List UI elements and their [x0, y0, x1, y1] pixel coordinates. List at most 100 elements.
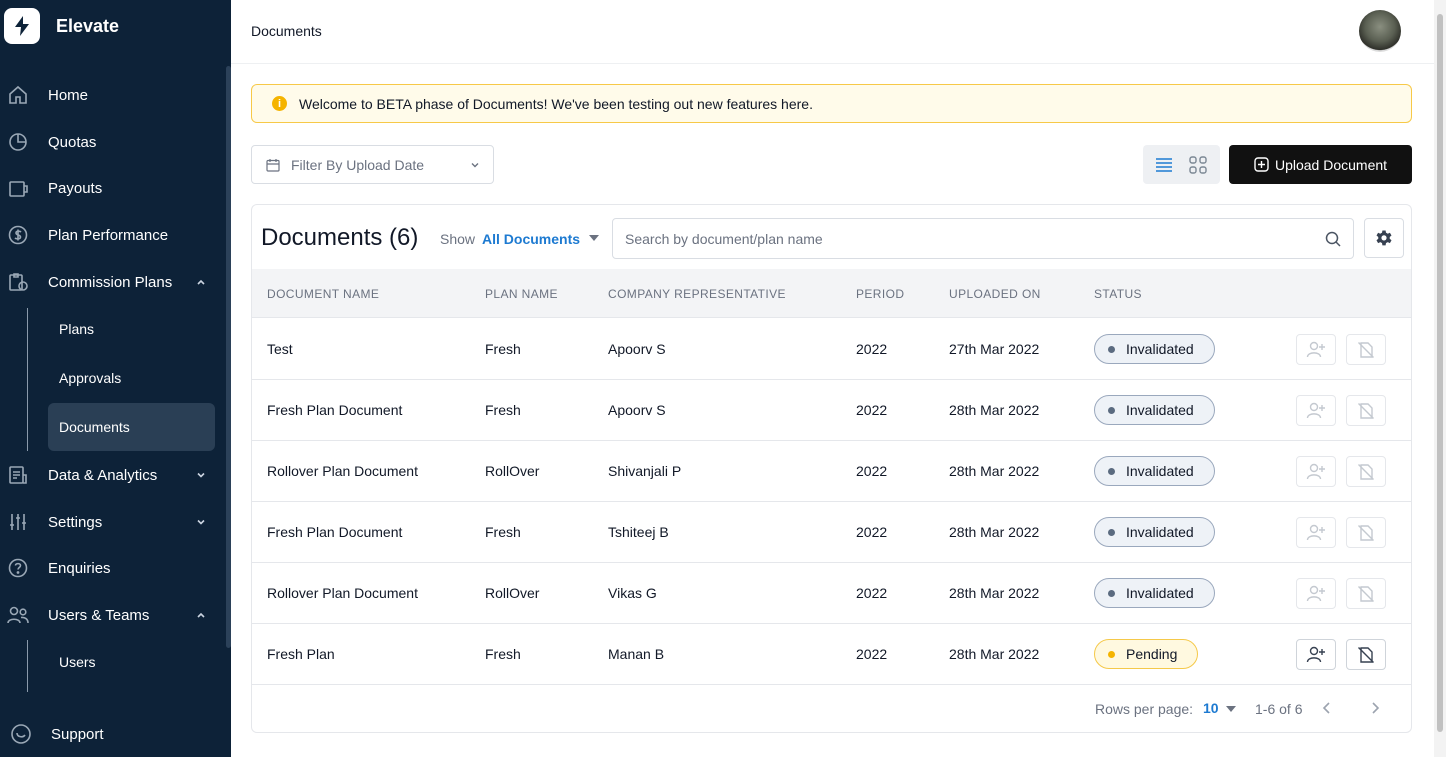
caret-down-icon[interactable]: [1226, 706, 1236, 712]
nav-home[interactable]: Home: [0, 75, 226, 115]
table-row[interactable]: Rollover Plan Document RollOver Vikas G 202…: [252, 563, 1411, 624]
brand[interactable]: Elevate: [4, 8, 119, 44]
invalidate-document-button[interactable]: [1346, 456, 1386, 487]
show-label: Show: [440, 231, 476, 247]
status-badge: Invalidated: [1094, 578, 1215, 608]
nav-settings[interactable]: Settings: [0, 502, 226, 542]
file-off-icon: [1358, 463, 1374, 480]
assign-user-button[interactable]: [1296, 517, 1336, 548]
nav-users-teams[interactable]: Users & Teams: [0, 595, 226, 635]
user-plus-icon: [1306, 524, 1325, 540]
nav-enquiries-label: Enquiries: [48, 559, 111, 577]
grid-view-icon[interactable]: [1185, 153, 1211, 177]
chevron-left-icon[interactable]: [1322, 701, 1332, 715]
cell-company-representative: Apoorv S: [608, 341, 666, 357]
status-dot: [1108, 406, 1115, 414]
cell-period: 2022: [856, 341, 888, 357]
assign-user-button[interactable]: [1296, 395, 1336, 426]
avatar[interactable]: [1359, 10, 1401, 52]
cell-document-name: Test: [267, 341, 293, 357]
nav-settings-label: Settings: [48, 513, 103, 531]
status-badge: Pending: [1094, 639, 1198, 669]
scrollbar-thumb[interactable]: [1437, 14, 1443, 732]
table-row[interactable]: Fresh Plan Fresh Manan B 2022 28th Mar 2022 P…: [252, 624, 1411, 685]
nav-commission-plans-label: Commission Plans: [48, 273, 173, 291]
cell-period: 2022: [856, 402, 888, 418]
chevron-up-icon: [197, 279, 205, 285]
sidebar-scrollbar[interactable]: [226, 66, 231, 648]
filter-placeholder: Filter By Upload Date: [291, 156, 425, 173]
status-dot: [1108, 589, 1115, 597]
nav-data-analytics-label: Data & Analytics: [48, 466, 158, 484]
col-company-representative[interactable]: COMPANY REPRESENTATIVE: [608, 287, 786, 301]
nav-approvals[interactable]: Approvals: [48, 354, 215, 402]
sliders-icon: [7, 511, 29, 533]
cell-uploaded-on: 28th Mar 2022: [949, 646, 1040, 662]
cell-company-representative: Shivanjali P: [608, 463, 682, 479]
assign-user-button[interactable]: [1296, 456, 1336, 487]
nav-quotas[interactable]: Quotas: [0, 122, 226, 162]
upload-date-filter[interactable]: Filter By Upload Date: [251, 145, 494, 184]
invalidate-document-button[interactable]: [1346, 517, 1386, 548]
table-row[interactable]: Rollover Plan Document RollOver Shivanjali…: [252, 441, 1411, 502]
rows-per-page-select[interactable]: 10: [1203, 700, 1219, 716]
invalidate-document-button[interactable]: [1346, 578, 1386, 609]
cell-plan-name: RollOver: [485, 463, 540, 479]
table-row[interactable]: Fresh Plan Document Fresh Apoorv S 2022 28th…: [252, 380, 1411, 441]
table-row[interactable]: Fresh Plan Document Fresh Tshiteej B 2022 28…: [252, 502, 1411, 563]
invalidate-document-button[interactable]: [1346, 395, 1386, 426]
chat-icon: [10, 723, 32, 745]
status-badge: Invalidated: [1094, 334, 1215, 364]
invalidate-document-button[interactable]: [1346, 639, 1386, 670]
assign-user-button[interactable]: [1296, 578, 1336, 609]
status-dot: [1108, 345, 1115, 353]
nav-data-analytics[interactable]: Data & Analytics: [0, 455, 226, 495]
nav-commission-plans[interactable]: Commission Plans: [0, 262, 226, 302]
upload-document-button[interactable]: Upload Document: [1229, 145, 1412, 184]
nav-support[interactable]: Support: [0, 714, 226, 754]
nav-documents[interactable]: Documents: [48, 403, 215, 451]
nav-plans[interactable]: Plans: [48, 305, 215, 353]
top-bar: Documents: [231, 0, 1434, 64]
chevron-right-icon[interactable]: [1370, 701, 1380, 715]
user-plus-icon: [1306, 585, 1325, 601]
page-scrollbar[interactable]: [1434, 0, 1446, 757]
table-row[interactable]: Test Fresh Apoorv S 2022 27th Mar 2022 Invali…: [252, 319, 1411, 380]
nav-payouts[interactable]: Payouts: [0, 168, 226, 208]
col-period[interactable]: PERIOD: [856, 287, 904, 301]
nav-quotas-label: Quotas: [48, 133, 97, 151]
col-document-name[interactable]: DOCUMENT NAME: [267, 287, 379, 301]
col-status[interactable]: STATUS: [1094, 287, 1142, 301]
cell-period: 2022: [856, 585, 888, 601]
nav-plan-performance[interactable]: Plan Performance: [0, 215, 226, 255]
invalidate-document-button[interactable]: [1346, 334, 1386, 365]
cell-company-representative: Apoorv S: [608, 402, 666, 418]
list-view-icon[interactable]: [1151, 153, 1177, 177]
show-filter-dropdown[interactable]: All Documents: [482, 231, 580, 247]
wallet-icon: [7, 177, 29, 199]
status-dot: [1108, 528, 1115, 536]
users-icon: [7, 604, 29, 626]
file-off-icon: [1358, 341, 1374, 358]
file-off-icon: [1358, 585, 1374, 602]
cell-company-representative: Manan B: [608, 646, 665, 662]
caret-down-icon[interactable]: [589, 235, 599, 241]
nav-users[interactable]: Users: [48, 638, 215, 686]
nav-payouts-label: Payouts: [48, 179, 103, 197]
assign-user-button[interactable]: [1296, 334, 1336, 365]
upload-document-label: Upload Document: [1274, 156, 1388, 173]
nav-support-label: Support: [51, 725, 104, 743]
nav-enquiries[interactable]: Enquiries: [0, 548, 226, 588]
col-uploaded-on[interactable]: UPLOADED ON: [949, 287, 1041, 301]
user-plus-icon: [1306, 402, 1325, 418]
clipboard-clock-icon: [7, 271, 29, 293]
page-title: Documents: [251, 23, 322, 39]
table-settings-button[interactable]: [1364, 218, 1404, 258]
plus-square-icon: [1254, 157, 1269, 172]
col-plan-name[interactable]: PLAN NAME: [485, 287, 558, 301]
user-plus-icon: [1306, 341, 1325, 357]
search-input[interactable]: Search by document/plan name: [612, 218, 1354, 259]
status-dot: [1108, 467, 1115, 475]
assign-user-button[interactable]: [1296, 639, 1336, 670]
dollar-icon: [7, 224, 29, 246]
